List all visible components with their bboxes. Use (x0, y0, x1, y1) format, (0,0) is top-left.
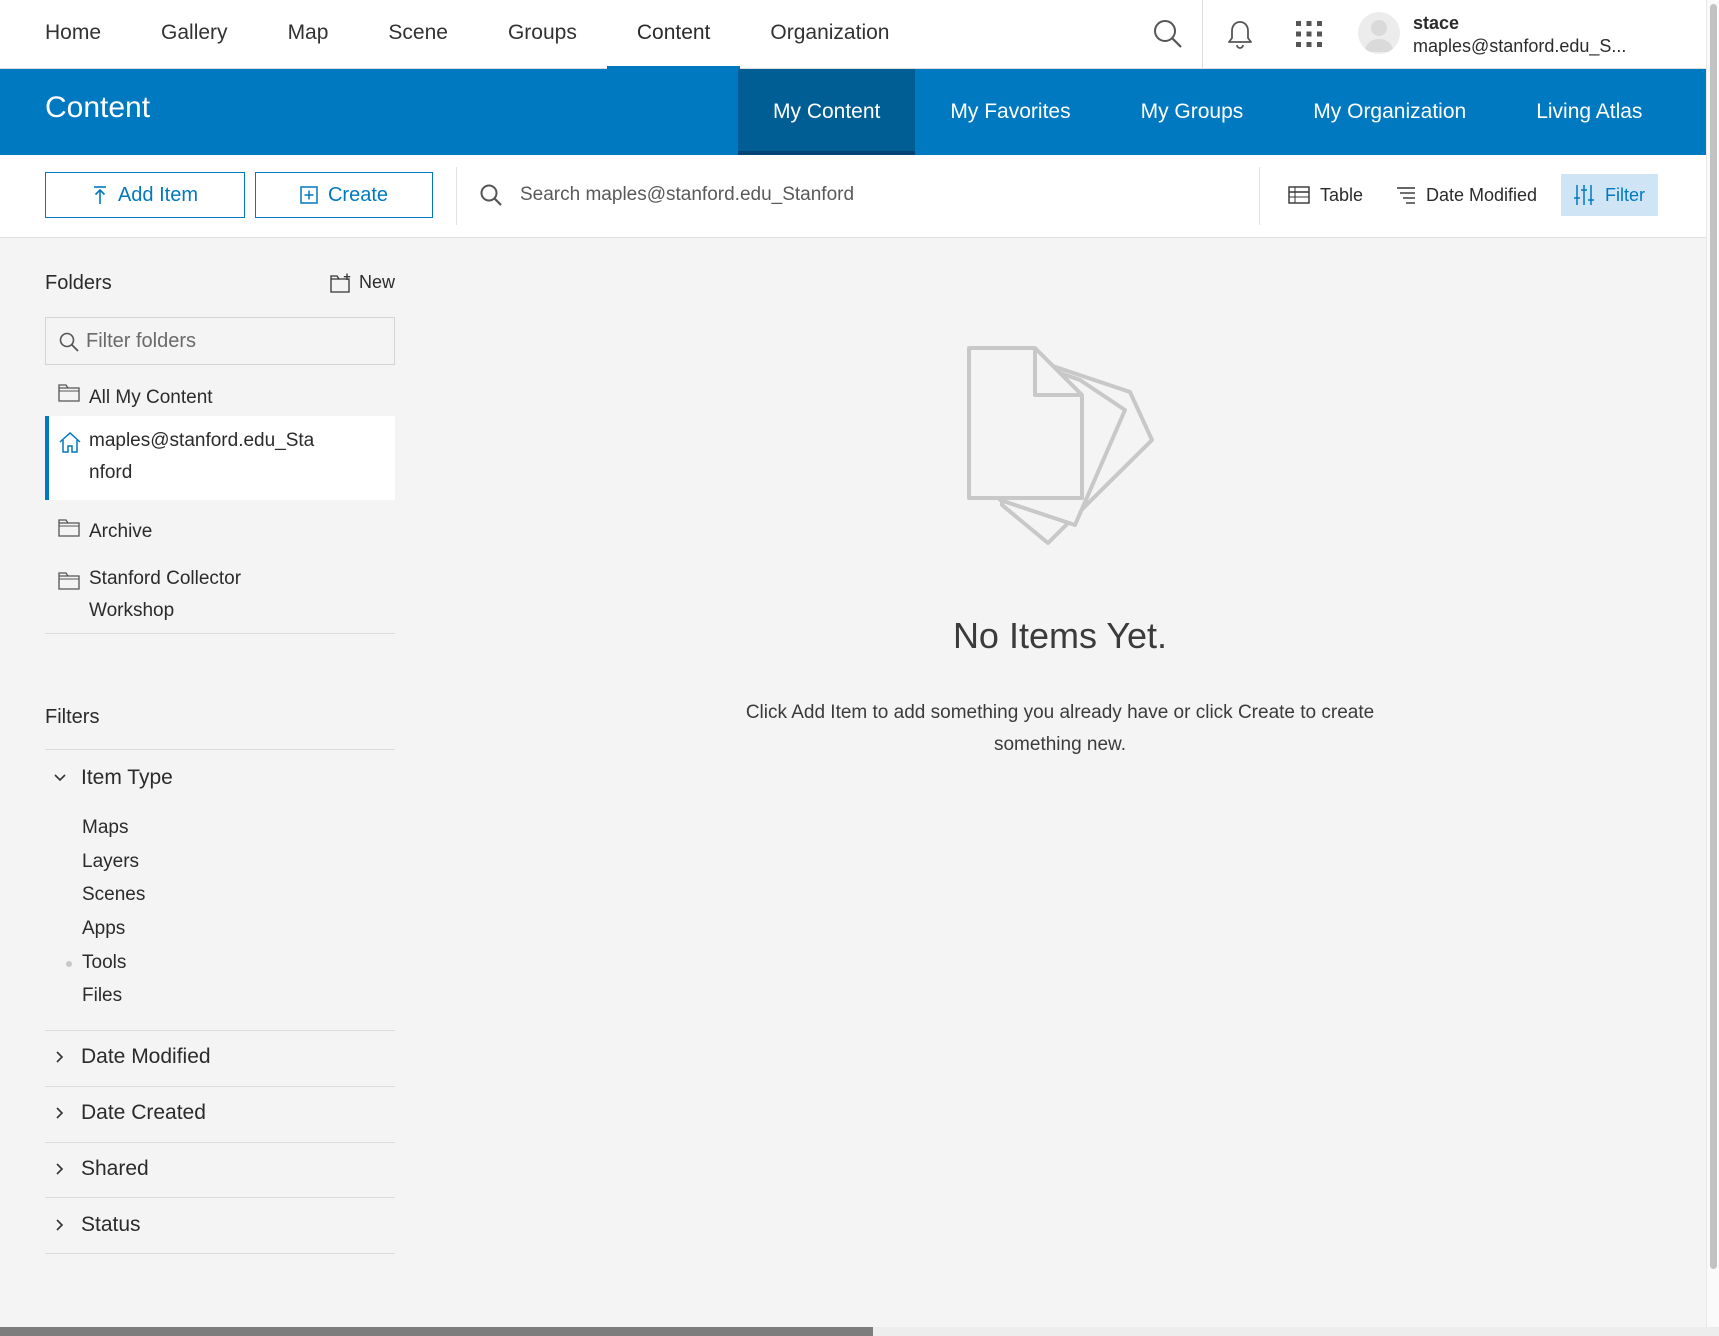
empty-state-title: No Items Yet. (952, 615, 1168, 656)
filter-date-modified-label: Date Modified (81, 1045, 211, 1068)
empty-state-description: Click Add Item to add something you alre… (745, 702, 1375, 755)
new-folder-icon (330, 273, 351, 293)
bell-icon[interactable] (1222, 16, 1258, 52)
new-folder-button[interactable]: New (330, 272, 395, 293)
new-folder-label: New (359, 272, 396, 292)
folder-icon (58, 519, 80, 537)
sort-label: Date Modified (1426, 184, 1538, 205)
tab-living-atlas[interactable]: Living Atlas (1501, 69, 1677, 155)
folder-all-my-content[interactable]: All My Content (45, 375, 395, 421)
nav-gallery[interactable]: Gallery (131, 0, 258, 69)
folder-filter-input[interactable] (86, 325, 386, 357)
tab-my-groups[interactable]: My Groups (1106, 69, 1279, 155)
nav-organization[interactable]: Organization (740, 0, 919, 69)
folder-label: Archive (89, 521, 153, 542)
filter-date-created-toggle[interactable]: Date Created (45, 1093, 395, 1133)
filters-divider (45, 1142, 395, 1143)
filter-status-label: Status (81, 1213, 141, 1236)
search-icon (478, 182, 504, 208)
filter-item-type-label: Item Type (81, 766, 173, 789)
nav-map[interactable]: Map (258, 0, 359, 69)
chevron-down-icon (54, 774, 66, 782)
filters-divider (45, 1030, 395, 1031)
filters-divider (45, 1197, 395, 1198)
item-type-maps[interactable]: Maps (82, 817, 128, 839)
item-type-scenes[interactable]: Scenes (82, 884, 145, 906)
folder-home-selected[interactable]: maples@stanford.edu_Stanford (45, 416, 395, 500)
folder-label: All My Content (89, 387, 213, 408)
nav-content[interactable]: Content (606, 0, 741, 69)
folder-icon (58, 572, 80, 590)
chevron-right-icon (56, 1163, 64, 1175)
user-name[interactable]: stace (1413, 13, 1459, 34)
create-button[interactable]: Create (255, 172, 433, 218)
item-type-tools[interactable]: Tools (82, 952, 126, 974)
vertical-scrollbar[interactable] (1706, 0, 1719, 1336)
folder-label: maples@stanford.edu_Stanford (89, 430, 315, 483)
add-item-label: Add Item (117, 183, 199, 206)
content-search-input[interactable] (520, 175, 1220, 215)
sort-button[interactable]: Date Modified (1396, 174, 1537, 216)
view-label: Table (1320, 184, 1364, 205)
top-navigation: Home Gallery Map Scene Groups Content Or… (0, 0, 1706, 69)
filter-shared-toggle[interactable]: Shared (45, 1149, 395, 1189)
add-item-button[interactable]: Add Item (45, 172, 245, 218)
table-icon (1288, 186, 1310, 204)
item-type-layers[interactable]: Layers (82, 851, 139, 873)
filter-label: Filter (1605, 184, 1645, 205)
folder-icon (58, 384, 80, 402)
user-id[interactable]: maples@stanford.edu_S... (1413, 36, 1629, 57)
search-icon[interactable] (1150, 16, 1186, 52)
filter-shared-label: Shared (81, 1157, 149, 1180)
item-type-apps[interactable]: Apps (82, 918, 125, 940)
content-toolbar: Add Item Create Table Date Modified Filt… (0, 155, 1706, 238)
tab-my-organization[interactable]: My Organization (1278, 69, 1501, 155)
search-icon (59, 332, 79, 352)
primary-nav-links: Home Gallery Map Scene Groups Content Or… (45, 0, 919, 69)
plus-square-icon (300, 186, 318, 204)
filters-divider (45, 749, 395, 750)
sliders-icon (1574, 185, 1594, 205)
chevron-right-icon (56, 1107, 64, 1119)
filters-divider (45, 1253, 395, 1254)
filters-divider (45, 1086, 395, 1087)
tab-my-content[interactable]: My Content (738, 69, 916, 155)
nav-groups[interactable]: Groups (478, 0, 607, 69)
folder-archive[interactable]: Archive (45, 510, 395, 556)
create-label: Create (327, 183, 389, 206)
chevron-right-icon (56, 1051, 64, 1063)
filter-toggle-button[interactable]: Filter (1561, 174, 1658, 216)
toolbar-divider (456, 167, 457, 225)
home-icon (59, 431, 81, 453)
content-tabs: My Content My Favorites My Groups My Org… (738, 69, 1677, 155)
filter-date-created-label: Date Created (81, 1101, 206, 1124)
cursor-dot (66, 961, 72, 967)
bottom-edge-bar (873, 1327, 1719, 1336)
nav-home[interactable]: Home (45, 0, 131, 69)
content-header: Content My Content My Favorites My Group… (0, 69, 1706, 155)
folder-stanford-collector-workshop[interactable]: Stanford Collector Workshop (45, 563, 395, 629)
folders-heading: Folders (45, 272, 112, 294)
item-type-files[interactable]: Files (82, 985, 122, 1007)
nav-scene[interactable]: Scene (358, 0, 478, 69)
sort-lines-icon (1397, 187, 1415, 204)
nav-divider (1202, 0, 1203, 69)
upload-icon (93, 186, 106, 204)
filter-item-type-toggle[interactable]: Item Type (45, 758, 395, 798)
page-title: Content (45, 91, 151, 124)
view-table-button[interactable]: Table (1288, 174, 1363, 216)
user-avatar-icon[interactable] (1358, 12, 1400, 54)
chevron-right-icon (56, 1219, 64, 1231)
folders-divider (45, 633, 395, 634)
scrollbar-thumb[interactable] (1710, 4, 1717, 1269)
bottom-edge-bar (0, 1327, 873, 1336)
folder-filter-field[interactable] (45, 317, 395, 365)
app-grid-icon[interactable] (1292, 17, 1326, 51)
filter-date-modified-toggle[interactable]: Date Modified (45, 1037, 395, 1077)
filter-status-toggle[interactable]: Status (45, 1205, 395, 1245)
tab-my-favorites[interactable]: My Favorites (915, 69, 1105, 155)
empty-documents-icon (967, 346, 1154, 545)
toolbar-divider (1259, 167, 1260, 225)
filters-heading: Filters (45, 706, 100, 728)
